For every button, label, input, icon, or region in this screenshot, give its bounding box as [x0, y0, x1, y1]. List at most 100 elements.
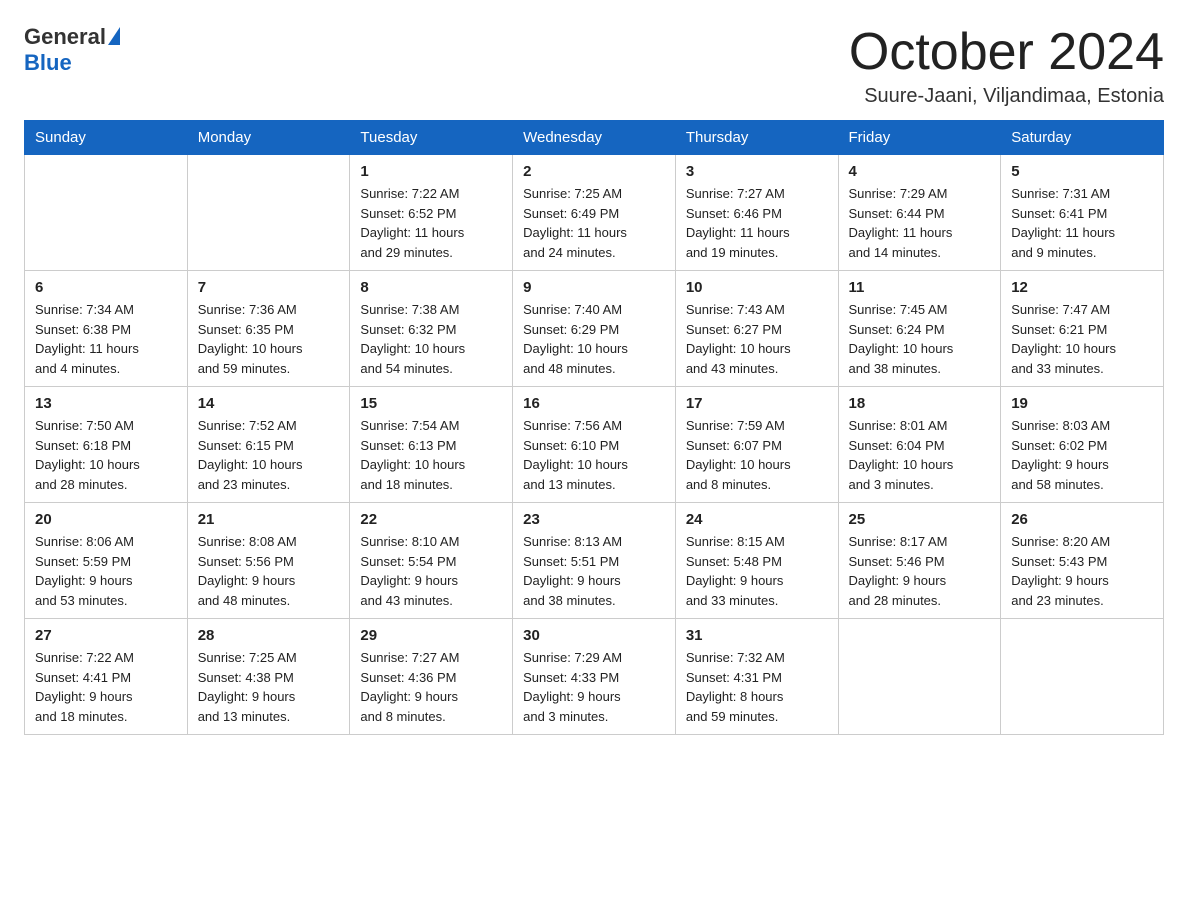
day-number: 18 [849, 395, 991, 412]
day-number: 1 [360, 163, 502, 180]
day-number: 10 [686, 279, 828, 296]
day-number: 2 [523, 163, 665, 180]
day-info: Sunrise: 8:03 AM Sunset: 6:02 PM Dayligh… [1011, 416, 1153, 494]
day-number: 24 [686, 511, 828, 528]
calendar-cell: 4 Sunrise: 7:29 AM Sunset: 6:44 PM Daylig… [838, 155, 1001, 271]
day-number: 12 [1011, 279, 1153, 296]
calendar-cell: 20 Sunrise: 8:06 AM Sunset: 5:59 PM Dayli… [25, 503, 188, 619]
day-number: 3 [686, 163, 828, 180]
day-info: Sunrise: 7:54 AM Sunset: 6:13 PM Dayligh… [360, 416, 502, 494]
day-number: 11 [849, 279, 991, 296]
calendar-cell: 2 Sunrise: 7:25 AM Sunset: 6:49 PM Daylig… [513, 155, 676, 271]
day-info: Sunrise: 7:50 AM Sunset: 6:18 PM Dayligh… [35, 416, 177, 494]
calendar-cell [1001, 619, 1164, 735]
day-number: 15 [360, 395, 502, 412]
col-header-tuesday: Tuesday [350, 121, 513, 155]
day-number: 4 [849, 163, 991, 180]
calendar-cell: 27Sunrise: 7:22 AM Sunset: 4:41 PM Dayli… [25, 619, 188, 735]
day-number: 21 [198, 511, 340, 528]
day-info: Sunrise: 7:27 AM Sunset: 6:46 PM Dayligh… [686, 184, 828, 262]
day-info: Sunrise: 8:01 AM Sunset: 6:04 PM Dayligh… [849, 416, 991, 494]
calendar-week-row: 6 Sunrise: 7:34 AM Sunset: 6:38 PM Daylig… [25, 271, 1164, 387]
col-header-wednesday: Wednesday [513, 121, 676, 155]
calendar-week-row: 1 Sunrise: 7:22 AM Sunset: 6:52 PM Daylig… [25, 155, 1164, 271]
calendar-cell: 5 Sunrise: 7:31 AM Sunset: 6:41 PM Daylig… [1001, 155, 1164, 271]
calendar-week-row: 20 Sunrise: 8:06 AM Sunset: 5:59 PM Dayli… [25, 503, 1164, 619]
calendar-cell: 9 Sunrise: 7:40 AM Sunset: 6:29 PM Daylig… [513, 271, 676, 387]
calendar-cell: 12 Sunrise: 7:47 AM Sunset: 6:21 PM Dayli… [1001, 271, 1164, 387]
day-info: Sunrise: 8:15 AM Sunset: 5:48 PM Dayligh… [686, 532, 828, 610]
col-header-thursday: Thursday [675, 121, 838, 155]
calendar-cell: 30 Sunrise: 7:29 AM Sunset: 4:33 PM Dayli… [513, 619, 676, 735]
logo-general-text: General [24, 24, 106, 50]
day-info: Sunrise: 8:08 AM Sunset: 5:56 PM Dayligh… [198, 532, 340, 610]
day-info: Sunrise: 7:29 AM Sunset: 4:33 PM Dayligh… [523, 648, 665, 726]
day-info: Sunrise: 7:38 AM Sunset: 6:32 PM Dayligh… [360, 300, 502, 378]
day-info: Sunrise: 8:20 AM Sunset: 5:43 PM Dayligh… [1011, 532, 1153, 610]
day-number: 7 [198, 279, 340, 296]
day-number: 31 [686, 627, 828, 644]
calendar-cell: 3 Sunrise: 7:27 AM Sunset: 6:46 PM Daylig… [675, 155, 838, 271]
calendar-cell: 31 Sunrise: 7:32 AM Sunset: 4:31 PM Dayli… [675, 619, 838, 735]
calendar-week-row: 27Sunrise: 7:22 AM Sunset: 4:41 PM Dayli… [25, 619, 1164, 735]
calendar-cell: 6 Sunrise: 7:34 AM Sunset: 6:38 PM Daylig… [25, 271, 188, 387]
day-number: 26 [1011, 511, 1153, 528]
day-info: Sunrise: 7:29 AM Sunset: 6:44 PM Dayligh… [849, 184, 991, 262]
day-info: Sunrise: 8:13 AM Sunset: 5:51 PM Dayligh… [523, 532, 665, 610]
calendar-cell: 11 Sunrise: 7:45 AM Sunset: 6:24 PM Dayli… [838, 271, 1001, 387]
day-number: 9 [523, 279, 665, 296]
day-number: 28 [198, 627, 340, 644]
day-number: 27 [35, 627, 177, 644]
day-info: Sunrise: 7:45 AM Sunset: 6:24 PM Dayligh… [849, 300, 991, 378]
day-info: Sunrise: 7:52 AM Sunset: 6:15 PM Dayligh… [198, 416, 340, 494]
day-info: Sunrise: 7:56 AM Sunset: 6:10 PM Dayligh… [523, 416, 665, 494]
day-number: 6 [35, 279, 177, 296]
day-info: Sunrise: 8:17 AM Sunset: 5:46 PM Dayligh… [849, 532, 991, 610]
day-number: 16 [523, 395, 665, 412]
calendar-cell: 10 Sunrise: 7:43 AM Sunset: 6:27 PM Dayli… [675, 271, 838, 387]
day-number: 19 [1011, 395, 1153, 412]
calendar-cell: 26 Sunrise: 8:20 AM Sunset: 5:43 PM Dayli… [1001, 503, 1164, 619]
calendar-cell [838, 619, 1001, 735]
logo-blue-text: Blue [24, 50, 72, 76]
day-info: Sunrise: 7:25 AM Sunset: 4:38 PM Dayligh… [198, 648, 340, 726]
day-info: Sunrise: 8:06 AM Sunset: 5:59 PM Dayligh… [35, 532, 177, 610]
calendar-cell [25, 155, 188, 271]
calendar-cell: 24 Sunrise: 8:15 AM Sunset: 5:48 PM Dayli… [675, 503, 838, 619]
day-info: Sunrise: 7:22 AM Sunset: 6:52 PM Dayligh… [360, 184, 502, 262]
day-info: Sunrise: 8:10 AM Sunset: 5:54 PM Dayligh… [360, 532, 502, 610]
month-title: October 2024 [849, 24, 1164, 81]
col-header-saturday: Saturday [1001, 121, 1164, 155]
calendar-table: SundayMondayTuesdayWednesdayThursdayFrid… [24, 120, 1164, 735]
day-info: Sunrise: 7:32 AM Sunset: 4:31 PM Dayligh… [686, 648, 828, 726]
day-info: Sunrise: 7:47 AM Sunset: 6:21 PM Dayligh… [1011, 300, 1153, 378]
calendar-cell: 17Sunrise: 7:59 AM Sunset: 6:07 PM Dayli… [675, 387, 838, 503]
day-number: 20 [35, 511, 177, 528]
day-info: Sunrise: 7:25 AM Sunset: 6:49 PM Dayligh… [523, 184, 665, 262]
calendar-cell: 29Sunrise: 7:27 AM Sunset: 4:36 PM Dayli… [350, 619, 513, 735]
calendar-cell: 7Sunrise: 7:36 AM Sunset: 6:35 PM Daylig… [187, 271, 350, 387]
calendar-cell: 1 Sunrise: 7:22 AM Sunset: 6:52 PM Daylig… [350, 155, 513, 271]
day-number: 17 [686, 395, 828, 412]
calendar-header-row: SundayMondayTuesdayWednesdayThursdayFrid… [25, 121, 1164, 155]
day-info: Sunrise: 7:34 AM Sunset: 6:38 PM Dayligh… [35, 300, 177, 378]
day-number: 8 [360, 279, 502, 296]
day-number: 5 [1011, 163, 1153, 180]
day-number: 30 [523, 627, 665, 644]
calendar-week-row: 13Sunrise: 7:50 AM Sunset: 6:18 PM Dayli… [25, 387, 1164, 503]
col-header-friday: Friday [838, 121, 1001, 155]
title-block: October 2024 Suure-Jaani, Viljandimaa, E… [849, 24, 1164, 108]
logo: General Blue [24, 24, 120, 76]
calendar-cell: 18 Sunrise: 8:01 AM Sunset: 6:04 PM Dayli… [838, 387, 1001, 503]
calendar-cell: 8 Sunrise: 7:38 AM Sunset: 6:32 PM Daylig… [350, 271, 513, 387]
day-number: 14 [198, 395, 340, 412]
calendar-cell [187, 155, 350, 271]
day-info: Sunrise: 7:31 AM Sunset: 6:41 PM Dayligh… [1011, 184, 1153, 262]
calendar-cell: 23Sunrise: 8:13 AM Sunset: 5:51 PM Dayli… [513, 503, 676, 619]
day-info: Sunrise: 7:40 AM Sunset: 6:29 PM Dayligh… [523, 300, 665, 378]
calendar-cell: 14 Sunrise: 7:52 AM Sunset: 6:15 PM Dayli… [187, 387, 350, 503]
calendar-cell: 25Sunrise: 8:17 AM Sunset: 5:46 PM Dayli… [838, 503, 1001, 619]
day-info: Sunrise: 7:43 AM Sunset: 6:27 PM Dayligh… [686, 300, 828, 378]
day-info: Sunrise: 7:27 AM Sunset: 4:36 PM Dayligh… [360, 648, 502, 726]
calendar-cell: 28 Sunrise: 7:25 AM Sunset: 4:38 PM Dayli… [187, 619, 350, 735]
